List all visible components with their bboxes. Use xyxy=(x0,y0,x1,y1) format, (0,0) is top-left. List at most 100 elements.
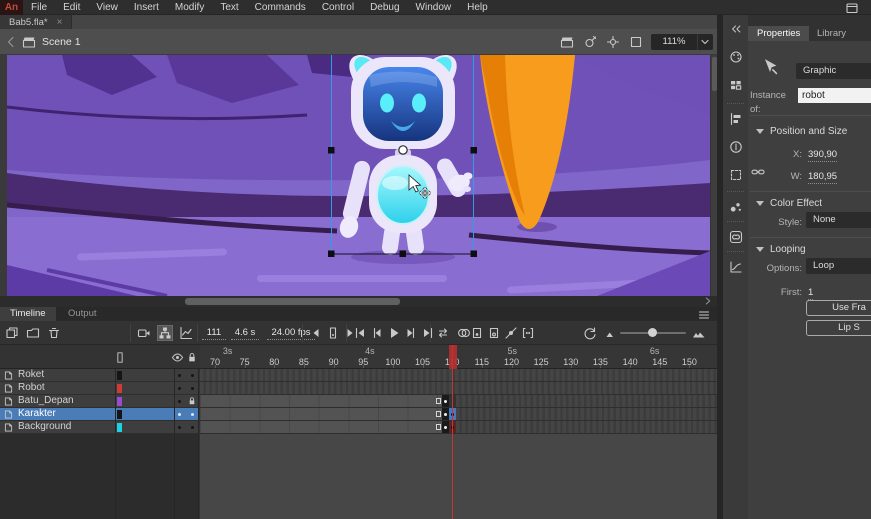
eye-icon[interactable] xyxy=(171,351,184,364)
section-color-effect[interactable]: Color Effect xyxy=(756,197,822,210)
insert-blank-keyframe-icon[interactable] xyxy=(487,326,501,340)
lip-syncing-button[interactable]: Lip S xyxy=(806,320,871,336)
dock-color-icon[interactable] xyxy=(723,45,748,69)
menu-edit[interactable]: Edit xyxy=(55,0,88,15)
outline-column-icon[interactable] xyxy=(114,351,126,364)
elapsed-time-value[interactable]: 4.6 s xyxy=(231,326,259,340)
chevron-down-icon[interactable] xyxy=(698,35,712,49)
layer-visibility-dot[interactable] xyxy=(178,387,181,390)
menu-file[interactable]: File xyxy=(23,0,55,15)
dock-motion-editor-icon[interactable] xyxy=(723,255,748,279)
zoom-level-value[interactable]: 111% xyxy=(651,34,698,50)
layer-color-swatch[interactable] xyxy=(117,371,122,380)
layer-row-left[interactable]: Karakter xyxy=(0,408,198,421)
panel-menu-icon[interactable] xyxy=(697,308,711,322)
close-icon[interactable]: × xyxy=(57,17,63,28)
menu-control[interactable]: Control xyxy=(314,0,362,15)
clip-content-icon[interactable] xyxy=(629,35,643,49)
menu-view[interactable]: View xyxy=(88,0,126,15)
insert-keyframe-icon[interactable] xyxy=(470,326,484,340)
stage-canvas[interactable] xyxy=(7,55,710,296)
back-arrow-icon[interactable] xyxy=(4,35,18,49)
layer-lock-dot[interactable] xyxy=(191,426,194,429)
zoom-in-icon[interactable] xyxy=(692,326,706,340)
delete-icon[interactable] xyxy=(47,326,61,340)
layer-frames-track[interactable] xyxy=(200,382,717,395)
layer-lock-dot[interactable] xyxy=(191,413,194,416)
layer-frames-track[interactable] xyxy=(200,395,717,408)
w-value[interactable]: 180,95 xyxy=(808,170,837,184)
loop-options-dropdown[interactable]: Loop xyxy=(806,258,871,274)
layer-visibility-dot[interactable] xyxy=(178,374,181,377)
layer-color-swatch[interactable] xyxy=(117,423,122,432)
layer-visibility-dot[interactable] xyxy=(178,426,181,429)
stage-vertical-scrollbar[interactable] xyxy=(710,55,717,296)
layer-lock-dot[interactable] xyxy=(191,374,194,377)
layer-row-left[interactable]: Batu_Depan xyxy=(0,395,198,408)
keyframe-marker[interactable] xyxy=(442,395,449,407)
go-first-icon[interactable] xyxy=(353,326,367,340)
loop-icon[interactable] xyxy=(436,326,450,340)
playhead[interactable] xyxy=(449,345,457,369)
layer-color-swatch[interactable] xyxy=(117,384,122,393)
menu-modify[interactable]: Modify xyxy=(167,0,212,15)
layer-row-karakter[interactable]: Karakter xyxy=(0,408,717,421)
app-window-icon[interactable] xyxy=(845,1,859,15)
onion-skin-icon[interactable] xyxy=(457,326,471,340)
new-folder-icon[interactable] xyxy=(26,326,40,340)
edit-scene-icon[interactable] xyxy=(560,35,574,49)
symbol-type-dropdown[interactable]: Graphic xyxy=(796,63,871,79)
layer-name[interactable]: Batu_Depan xyxy=(18,395,74,407)
tab-timeline[interactable]: Timeline xyxy=(0,307,56,321)
stage-zoom-control[interactable]: 111% xyxy=(651,34,713,50)
layer-name[interactable]: Robot xyxy=(18,382,45,394)
breadcrumb-scene[interactable]: Scene 1 xyxy=(42,29,81,55)
link-icon[interactable] xyxy=(751,165,765,179)
tab-library[interactable]: Library xyxy=(808,26,855,41)
section-looping[interactable]: Looping xyxy=(756,243,806,256)
edit-symbols-icon[interactable] xyxy=(583,35,597,49)
layer-color-swatch[interactable] xyxy=(117,397,122,406)
go-last-icon[interactable] xyxy=(421,326,435,340)
style-dropdown[interactable]: None xyxy=(806,212,871,228)
tab-output[interactable]: Output xyxy=(58,307,107,321)
layer-name[interactable]: Background xyxy=(18,421,71,433)
prev-frame-icon[interactable] xyxy=(370,326,384,340)
layer-frames-track[interactable] xyxy=(200,421,717,434)
camera-icon[interactable] xyxy=(137,326,151,340)
current-frame-value[interactable]: 111 xyxy=(202,326,226,340)
dock-info-icon[interactable] xyxy=(723,135,748,159)
tab-properties[interactable]: Properties xyxy=(748,26,809,41)
keyframe-marker[interactable] xyxy=(442,421,449,433)
menu-help[interactable]: Help xyxy=(459,0,496,15)
layer-row-roket[interactable]: Roket xyxy=(0,369,717,382)
zoom-out-icon[interactable] xyxy=(604,326,618,340)
timeline-zoom-slider[interactable] xyxy=(620,332,686,334)
reset-zoom-icon[interactable] xyxy=(583,326,597,340)
new-layer-icon[interactable] xyxy=(5,326,19,340)
slider-thumb[interactable] xyxy=(648,328,657,337)
play-icon[interactable] xyxy=(387,326,401,340)
layer-frames-track[interactable] xyxy=(200,369,717,382)
section-position-size[interactable]: Position and Size xyxy=(756,125,847,138)
layer-row-left[interactable]: Robot xyxy=(0,382,198,395)
current-frame-icon[interactable] xyxy=(326,326,340,340)
menu-text[interactable]: Text xyxy=(212,0,246,15)
graph-view-icon[interactable] xyxy=(179,326,193,340)
first-frame-value[interactable]: 1 xyxy=(808,286,813,300)
step-back-icon[interactable] xyxy=(309,326,323,340)
next-frame-icon[interactable] xyxy=(404,326,418,340)
menu-debug[interactable]: Debug xyxy=(362,0,407,15)
instance-name-field[interactable]: robot xyxy=(798,88,871,103)
document-tab[interactable]: Bab5.fla* × xyxy=(0,15,72,29)
center-stage-icon[interactable] xyxy=(606,35,620,49)
dock-swatches-icon[interactable] xyxy=(723,73,748,97)
stage-horizontal-scrollbar[interactable] xyxy=(0,296,717,307)
dock-transform-icon[interactable] xyxy=(723,163,748,187)
menu-commands[interactable]: Commands xyxy=(247,0,314,15)
layer-name[interactable]: Karakter xyxy=(18,408,56,420)
layer-color-swatch[interactable] xyxy=(117,410,122,419)
lock-icon[interactable] xyxy=(186,351,198,364)
layer-row-background[interactable]: Background xyxy=(0,421,717,434)
edit-multiple-frames-icon[interactable] xyxy=(521,326,535,340)
